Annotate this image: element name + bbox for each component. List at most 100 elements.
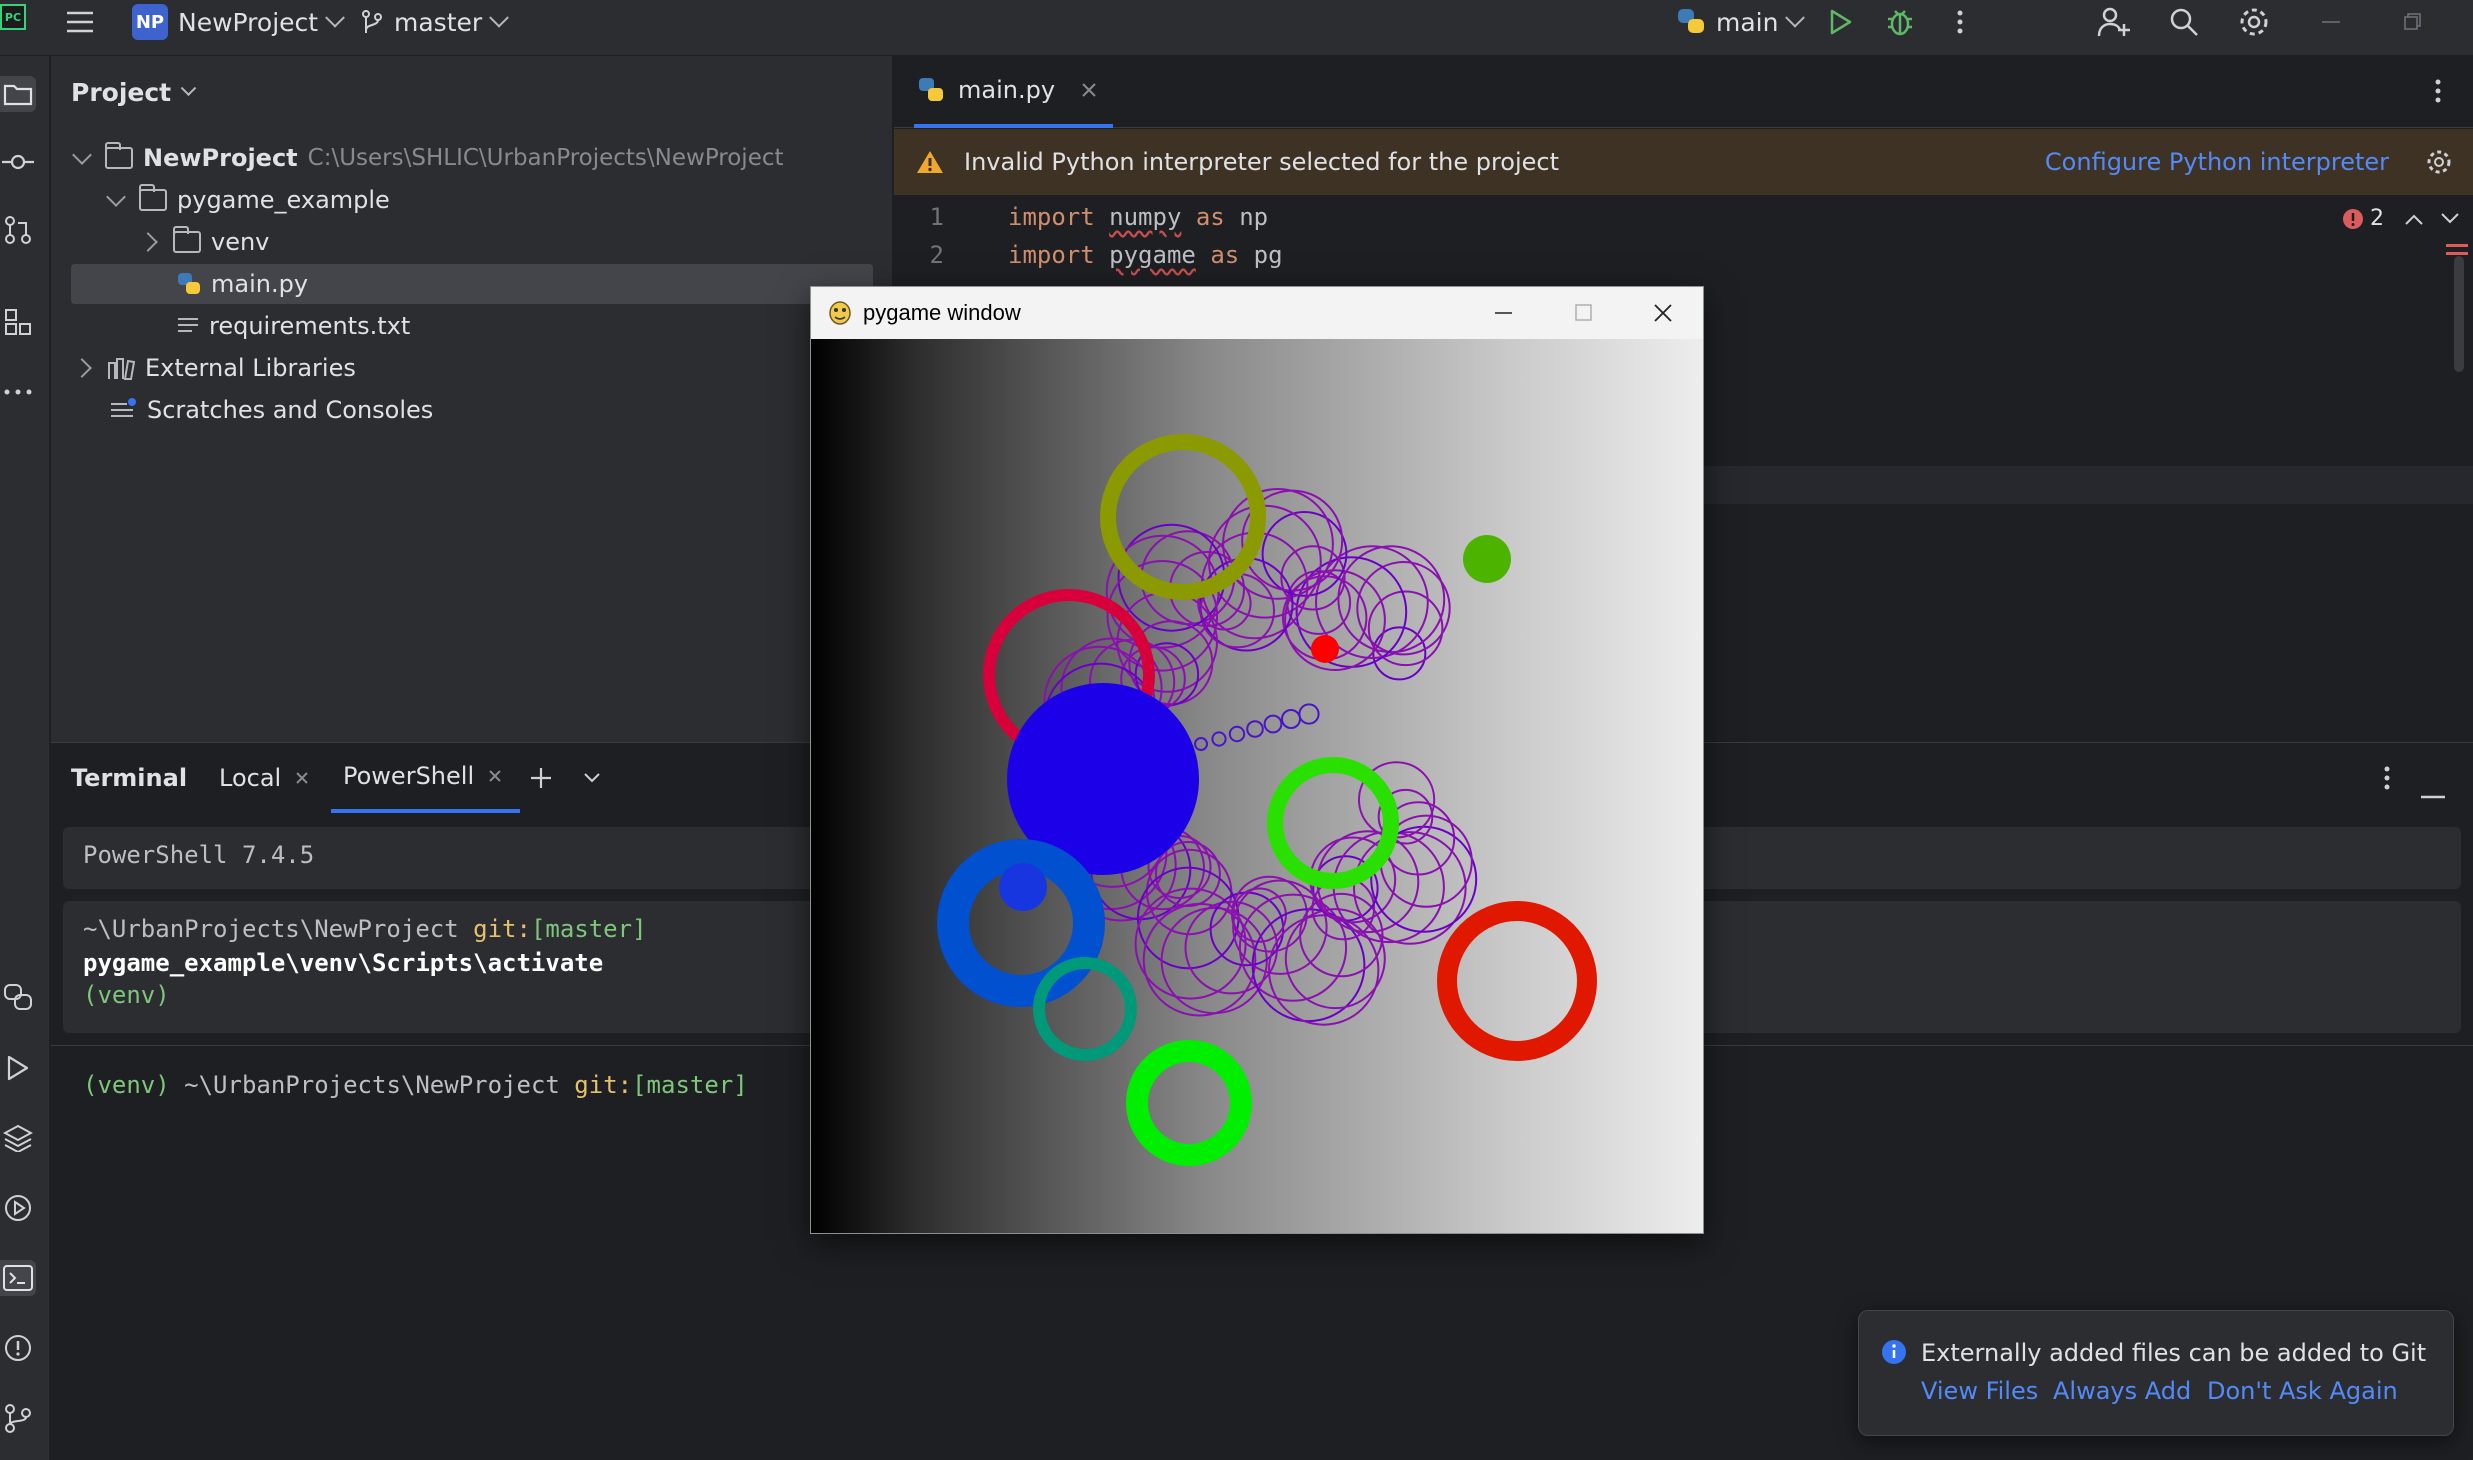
close-icon[interactable] — [1653, 303, 1673, 323]
tab-local[interactable]: Local — [219, 743, 309, 813]
project-panel-header[interactable]: Project — [71, 78, 197, 107]
commit-icon[interactable] — [0, 144, 36, 180]
tool-window-strip — [0, 56, 50, 1460]
search-icon[interactable] — [2164, 2, 2204, 42]
tree-item-newproject[interactable]: NewProject C:\Users\SHLIC\UrbanProjects\… — [72, 138, 784, 178]
always-add-link[interactable]: Always Add — [2053, 1377, 2191, 1405]
pygame-snake-icon — [829, 301, 851, 325]
keyword: import — [1008, 241, 1095, 269]
debug-icon[interactable] — [1880, 2, 1920, 42]
close-icon[interactable] — [488, 769, 502, 783]
tab-powershell[interactable]: PowerShell — [331, 743, 521, 813]
chevron-up-icon[interactable] — [2404, 212, 2424, 226]
pull-requests-icon[interactable] — [0, 212, 36, 248]
pygame-window[interactable]: pygame window — [810, 286, 1704, 1234]
python-icon — [1678, 9, 1704, 33]
keyword: as — [1210, 241, 1240, 269]
tree-item-venv[interactable]: venv — [138, 222, 269, 262]
terminal-more-icon[interactable] — [2383, 765, 2391, 797]
configure-interpreter-link[interactable]: Configure Python interpreter — [2045, 148, 2389, 176]
terminal-title-label: Terminal — [71, 764, 188, 792]
branch-switcher[interactable]: master — [360, 0, 510, 44]
dont-ask-again-link[interactable]: Don't Ask Again — [2207, 1377, 2398, 1405]
tab-main-py[interactable]: main.py — [914, 56, 1114, 128]
chevron-down-icon — [180, 80, 197, 97]
more-icon[interactable] — [1940, 2, 1980, 42]
error-stripe-marker[interactable] — [2446, 252, 2468, 255]
chevron-down-icon — [325, 7, 345, 28]
restore-icon[interactable] — [2392, 2, 2432, 42]
python-console-icon[interactable] — [0, 980, 36, 1016]
expand-arrow-icon[interactable] — [106, 187, 126, 207]
editor-tab-bar: main.py — [894, 56, 2473, 128]
view-files-link[interactable]: View Files — [1921, 1377, 2038, 1405]
branch-icon — [362, 10, 382, 33]
code-line[interactable]: 1 import numpy as np — [894, 198, 2294, 236]
run-icon[interactable] — [1820, 2, 1860, 42]
expand-arrow-icon[interactable] — [72, 358, 92, 378]
tree-item-label: pygame_example — [177, 186, 390, 214]
prompt-path: ~\UrbanProjects\NewProject — [184, 1071, 560, 1099]
terminal-prompt: ~\UrbanProjects\NewProject git:[master] — [83, 915, 647, 943]
run-config-selector[interactable]: main — [1676, 0, 1806, 44]
tree-item-requirements[interactable]: requirements.txt — [177, 306, 410, 346]
inspection-widget[interactable]: 2 — [2342, 206, 2460, 231]
notification-message: Externally added files can be added to G… — [1921, 1339, 2427, 1367]
info-icon — [1882, 1340, 1906, 1364]
chevron-down-icon — [1785, 7, 1806, 28]
python-file-icon — [919, 78, 943, 101]
git-icon[interactable] — [0, 1400, 36, 1436]
terminal-input-line[interactable]: (venv) ~\UrbanProjects\NewProject git:[m… — [83, 1071, 748, 1099]
git-branch: [master] — [530, 915, 647, 943]
tree-item-label: Scratches and Consoles — [147, 396, 434, 424]
branch-name: master — [394, 7, 483, 37]
pygame-title-bar[interactable]: pygame window — [811, 287, 1703, 339]
expand-arrow-icon[interactable] — [72, 145, 92, 165]
more-tools-icon[interactable] — [0, 374, 36, 410]
code-line[interactable]: 2 import pygame as pg — [894, 236, 2294, 274]
close-icon[interactable] — [1081, 82, 1097, 98]
tree-item-scratches[interactable]: Scratches and Consoles — [109, 390, 433, 430]
plus-icon — [531, 768, 551, 788]
tree-item-main-py[interactable]: main.py — [71, 264, 873, 304]
pygame-canvas[interactable] — [811, 339, 1703, 1233]
expand-arrow-icon[interactable] — [138, 232, 158, 252]
maximize-icon[interactable] — [1575, 304, 1593, 322]
blue-dot — [999, 863, 1047, 911]
python-file-icon — [178, 273, 200, 294]
run-icon[interactable] — [0, 1050, 36, 1086]
new-tab-button[interactable] — [529, 743, 553, 813]
project-folder-icon[interactable] — [0, 76, 36, 112]
services-icon[interactable] — [0, 1190, 36, 1226]
project-panel-title: Project — [71, 78, 172, 107]
add-user-icon[interactable] — [2094, 2, 2134, 42]
editor-more-icon[interactable] — [2434, 78, 2442, 110]
git-label: git: — [473, 915, 531, 943]
scratches-icon — [111, 398, 136, 417]
structure-icon[interactable] — [0, 304, 36, 340]
editor-scrollbar[interactable] — [2454, 256, 2464, 372]
terminal-icon[interactable] — [0, 1260, 36, 1296]
project-switcher[interactable]: NP NewProject — [132, 0, 345, 44]
tree-item-external-libraries[interactable]: External Libraries — [72, 348, 356, 388]
banner-settings-icon[interactable] — [2425, 148, 2453, 176]
tree-item-pygame-example[interactable]: pygame_example — [106, 180, 390, 220]
settings-icon[interactable] — [2234, 2, 2274, 42]
terminal-title: Terminal — [71, 743, 187, 813]
gradient-background — [811, 339, 1703, 1233]
error-stripe-marker[interactable] — [2446, 244, 2468, 247]
tab-dropdown[interactable] — [583, 743, 601, 813]
chevron-down-icon[interactable] — [2440, 212, 2460, 226]
app-logo: PC — [0, 4, 26, 30]
prompt-venv: (venv) — [83, 1071, 170, 1099]
minimize-icon[interactable] — [1495, 311, 1513, 315]
close-icon[interactable] — [295, 771, 309, 785]
problems-icon[interactable] — [0, 1330, 36, 1366]
hide-panel-icon[interactable] — [2421, 777, 2447, 805]
tree-item-label: External Libraries — [145, 354, 356, 382]
main-menu-icon[interactable] — [60, 2, 100, 42]
layers-icon[interactable] — [0, 1120, 36, 1156]
git-notification: Externally added files can be added to G… — [1858, 1310, 2454, 1436]
minimize-icon[interactable] — [2312, 2, 2352, 42]
folder-icon — [105, 142, 133, 169]
